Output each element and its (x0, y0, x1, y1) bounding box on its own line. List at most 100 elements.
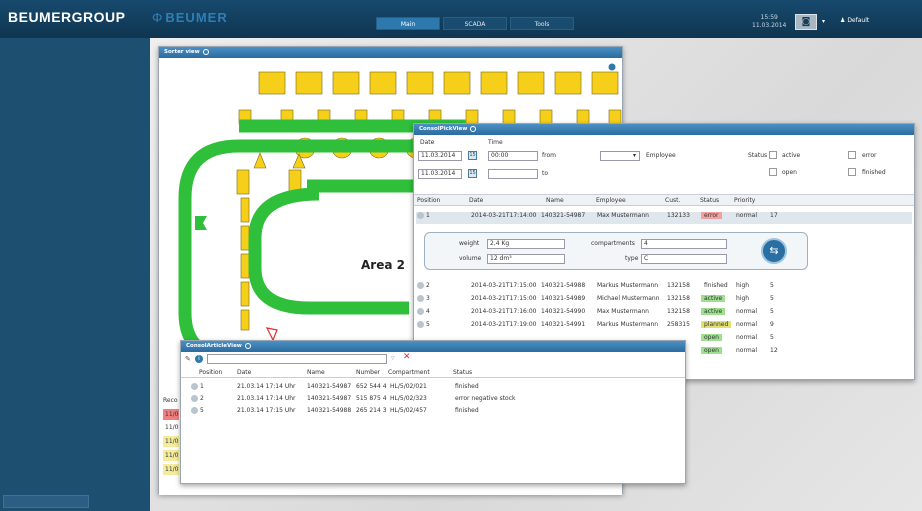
table-row[interactable]: 5 2014-03-21T17:19:00 140321-54991 Markus M… (416, 321, 912, 333)
column-header[interactable]: Status (700, 197, 719, 204)
status-active-checkbox[interactable] (769, 151, 777, 159)
consol-article-view-titlebar[interactable]: ConsolArticleView (181, 341, 685, 352)
list-header: Reco (163, 397, 178, 404)
column-header[interactable]: Cust. (665, 197, 680, 204)
clock-time: 15:59 (760, 14, 778, 21)
wrench-icon[interactable]: ✎ (185, 355, 193, 363)
status-open-label: open (782, 169, 797, 176)
info-icon[interactable]: i (195, 355, 203, 363)
employee-select[interactable]: ▾ (600, 151, 640, 161)
pin-icon[interactable] (244, 342, 251, 349)
pin-icon[interactable] (470, 125, 477, 132)
row-position-text: 1 (426, 212, 430, 219)
status-label: Status (748, 152, 768, 159)
compartments-label: compartments (591, 240, 635, 247)
cell-name: 140321-54987 (307, 383, 352, 390)
expand-icon[interactable] (417, 282, 424, 289)
cell-date: 2014-03-21T17:16:00 (471, 308, 537, 315)
time-to-input[interactable] (488, 169, 538, 179)
info-icon (608, 63, 616, 71)
camera-icon[interactable]: ◙ (795, 14, 817, 30)
row-position-text: 3 (426, 295, 430, 302)
column-header[interactable]: Status (453, 369, 472, 376)
list-item[interactable]: 11/0 (163, 422, 179, 433)
cell-date: 21.03.14 17:15 Uhr (237, 407, 296, 414)
status-finished-checkbox[interactable] (848, 168, 856, 176)
chevron-down-icon: ▾ (632, 152, 636, 159)
cell-status: finished (455, 407, 479, 414)
beumer-logo-icon: Φ (152, 10, 164, 25)
area-label: Area 2 (361, 258, 405, 272)
cell-status: active (701, 295, 726, 302)
column-header[interactable]: Date (237, 369, 251, 376)
cell-name: 140321-54987 (541, 212, 586, 219)
clear-icon[interactable]: ✕ (403, 353, 412, 362)
pick-table-header: Position Date Name Employee Cust. Status… (414, 194, 914, 206)
list-item[interactable]: 11/0 (163, 436, 179, 447)
sorter-view-titlebar[interactable]: Sorter view (159, 47, 622, 58)
cell-cust: 132158 (667, 282, 690, 289)
table-row[interactable]: 3 2014-03-21T17:15:00 140321-54989 Michael … (416, 295, 912, 307)
status-active-label: active (782, 152, 801, 159)
status-error-checkbox[interactable] (848, 151, 856, 159)
panel-toggle-button[interactable] (3, 495, 89, 508)
column-header[interactable]: Name (307, 369, 325, 376)
table-row[interactable]: 2 21.03.14 17:14 Uhr 140321-54987 515 875 4… (183, 395, 683, 406)
weight-label: weight (459, 240, 480, 247)
top-bar: BEUMERGROUP Φ BEUMER Main SCADA Tools 15:… (0, 0, 922, 38)
clock-date: 11.03.2014 (752, 22, 787, 29)
table-row[interactable]: 5 21.03.14 17:15 Uhr 140321-54988 265 214 3… (183, 407, 683, 418)
cell-cust: 132158 (667, 295, 690, 302)
table-row[interactable]: 2 2014-03-21T17:15:00 140321-54988 Markus M… (416, 282, 912, 294)
consol-pick-view-title: ConsolPickView (419, 126, 468, 132)
table-row[interactable]: 1 2014-03-21T17:14:00 140321-54987 Max Must… (416, 212, 912, 224)
cell-extra: 17 (770, 212, 778, 219)
date-to-input[interactable]: 11.03.2014 (418, 169, 462, 179)
cell-compartment: HL/5/02/457 (390, 407, 427, 414)
column-header[interactable]: Compartment (388, 369, 430, 376)
search-input[interactable] (207, 354, 387, 364)
expand-icon[interactable] (191, 395, 198, 402)
cell-employee: Max Mustermann (597, 212, 649, 219)
list-item[interactable]: 11/0 (163, 409, 179, 420)
column-header[interactable]: Number (356, 369, 380, 376)
expand-icon[interactable] (417, 212, 424, 219)
article-table-header: Position Date Name Number Compartment St… (181, 367, 685, 378)
calendar-icon[interactable]: 15 (468, 151, 477, 160)
pin-icon[interactable] (202, 48, 209, 55)
expand-icon[interactable] (191, 383, 198, 390)
calendar-icon[interactable]: 15 (468, 169, 477, 178)
cell-name: 140321-54987 (307, 395, 352, 402)
cell-priority: normal (736, 321, 758, 328)
consol-pick-view-titlebar[interactable]: ConsolPickView (414, 124, 914, 135)
column-header[interactable]: Position (417, 197, 440, 204)
status-open-checkbox[interactable] (769, 168, 777, 176)
tab-tools[interactable]: Tools (510, 17, 574, 30)
tab-scada[interactable]: SCADA (443, 17, 507, 30)
expand-icon[interactable] (191, 407, 198, 414)
column-header[interactable]: Date (469, 197, 483, 204)
column-header[interactable]: Employee (596, 197, 626, 204)
expand-icon[interactable] (417, 308, 424, 315)
table-row[interactable]: 1 21.03.14 17:14 Uhr 140321-54987 652 544 4… (183, 383, 683, 394)
cell-employee: Max Mustermann (597, 308, 649, 315)
filter-icon[interactable]: ▿ (391, 354, 400, 363)
column-header[interactable]: Name (546, 197, 564, 204)
column-header[interactable]: Priority (734, 197, 755, 204)
date-from-input[interactable]: 11.03.2014 (418, 151, 462, 161)
cell-number: 515 875 4 (356, 395, 387, 402)
tab-main[interactable]: Main (376, 17, 440, 30)
time-from-input[interactable]: 00:00 (488, 151, 538, 161)
list-item[interactable]: 11/0 (163, 464, 179, 475)
row-position: 3 (417, 295, 430, 302)
column-header[interactable]: Position (199, 369, 222, 376)
chevron-down-icon[interactable]: ▾ (822, 18, 825, 25)
user-menu[interactable]: ♟ Default (840, 17, 869, 24)
list-item[interactable]: 11/0 (163, 450, 179, 461)
cell-employee: Markus Mustermann (597, 282, 659, 289)
table-row[interactable]: 4 2014-03-21T17:16:00 140321-54990 Max Must… (416, 308, 912, 320)
expand-icon[interactable] (417, 295, 424, 302)
cell-extra: 5 (770, 308, 774, 315)
expand-icon[interactable] (417, 321, 424, 328)
package-icon[interactable]: ⇆ (761, 238, 787, 264)
